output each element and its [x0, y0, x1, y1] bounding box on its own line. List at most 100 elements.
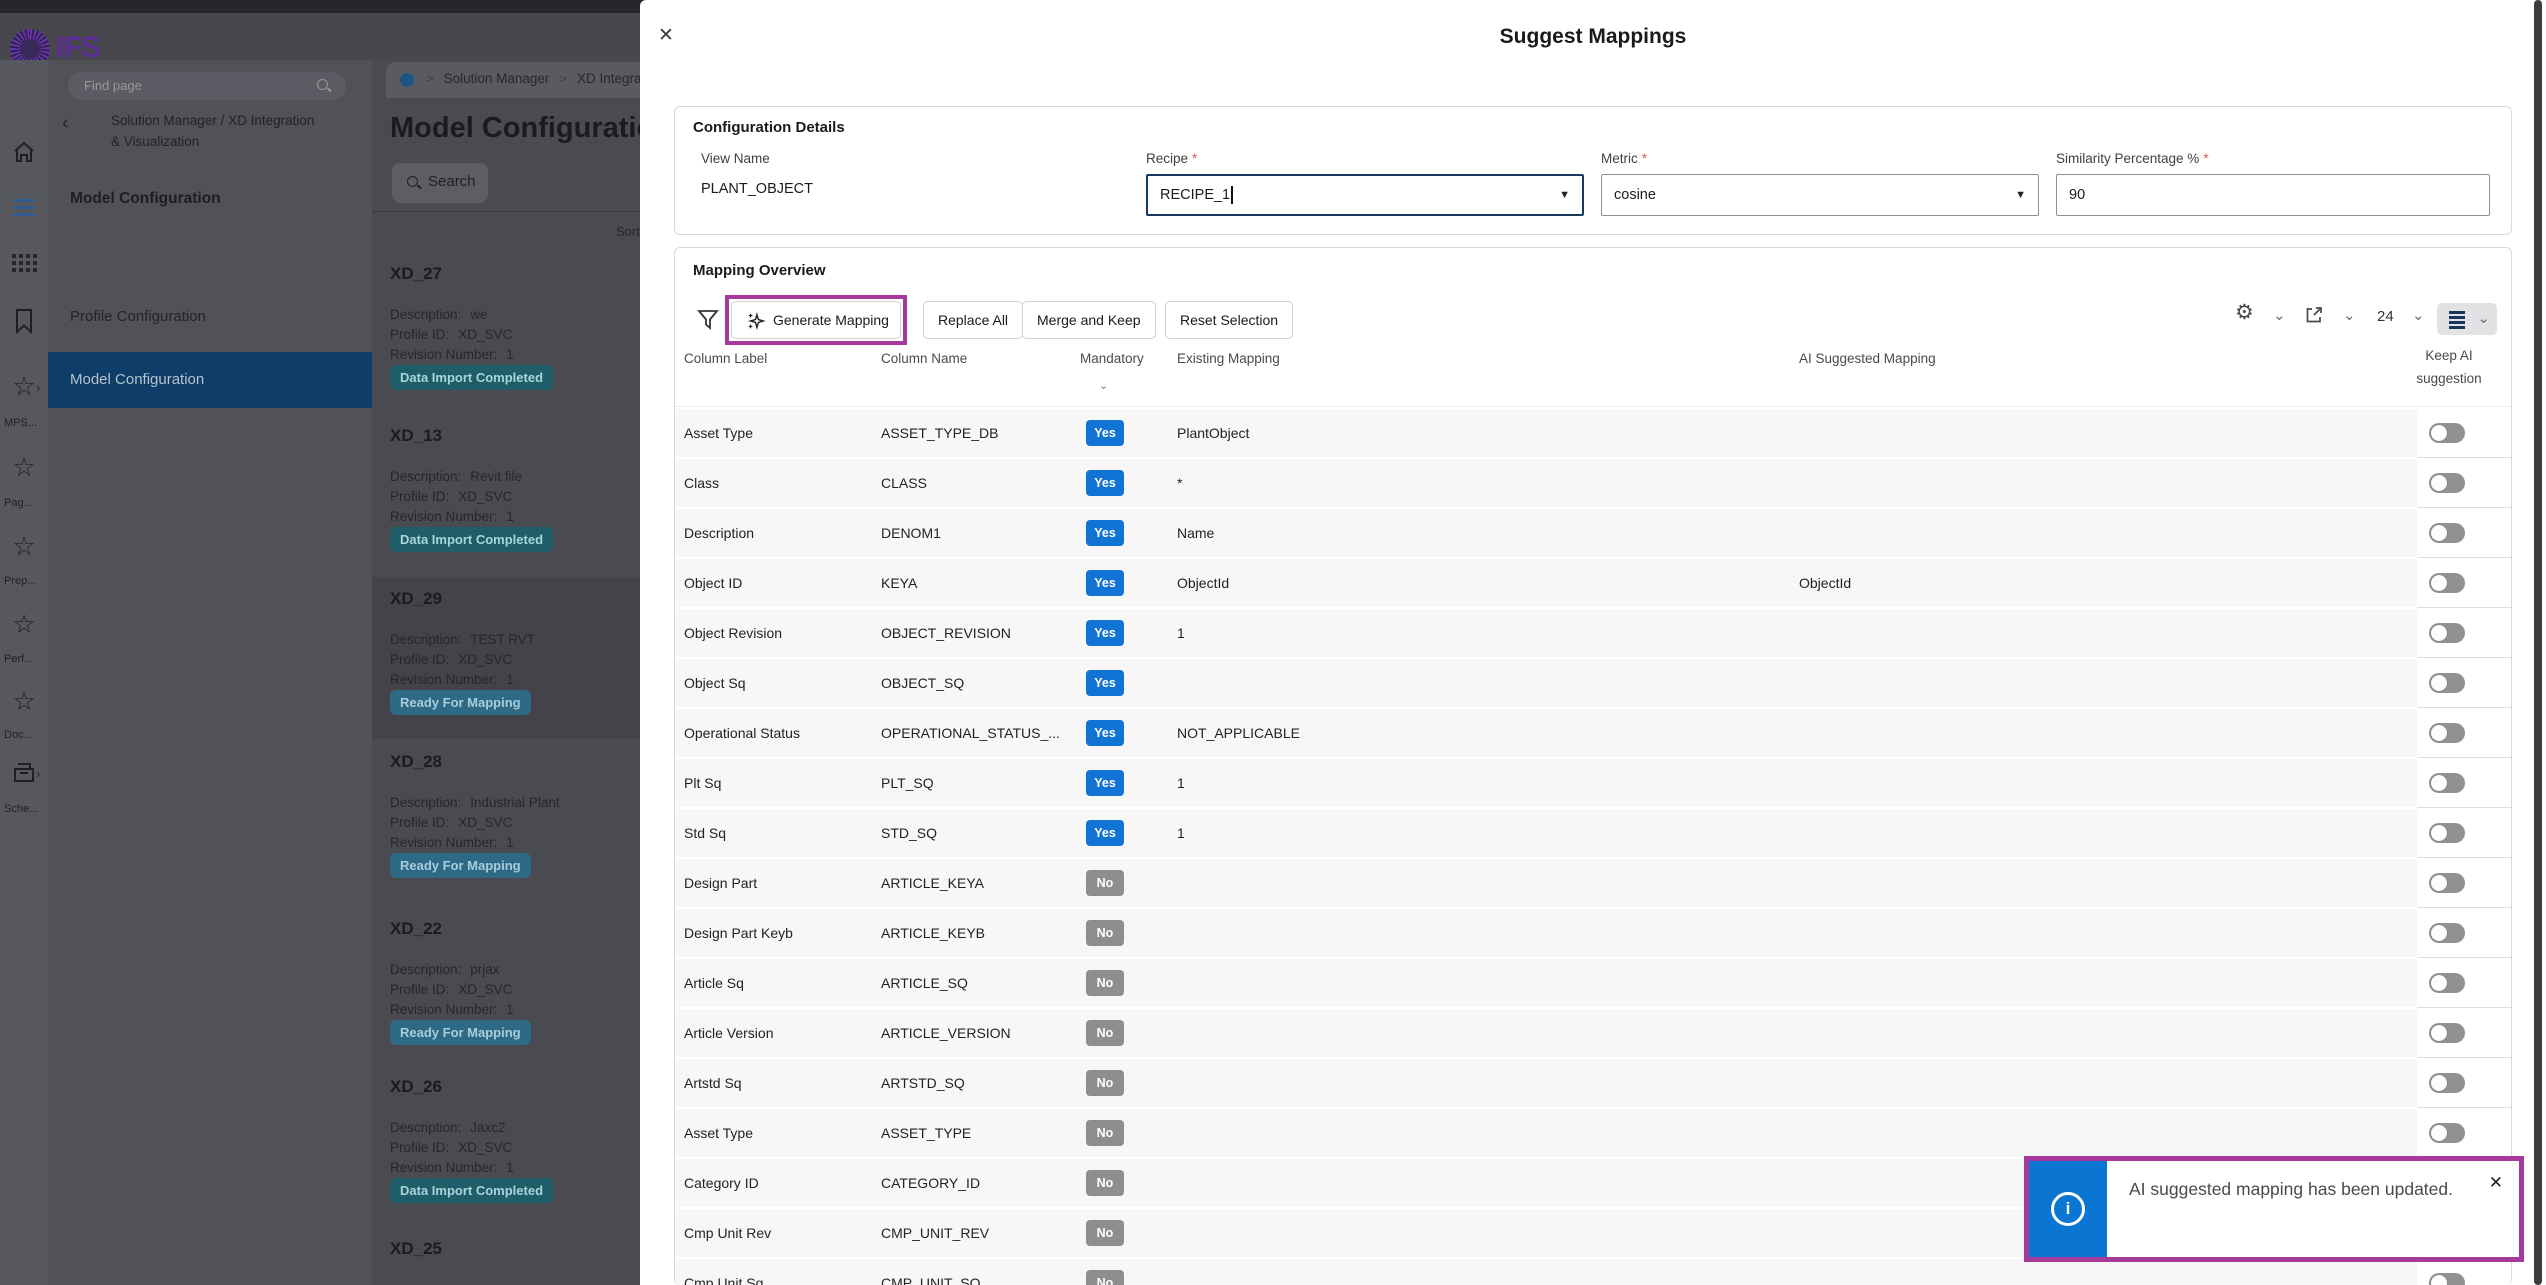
star-icon-pag[interactable]: ☆ [0, 454, 48, 480]
export-icon[interactable] [2305, 305, 2324, 324]
replace-all-button[interactable]: Replace All [923, 301, 1023, 339]
row-ai-suggested-mapping [1799, 809, 2359, 857]
header-column-label[interactable]: Column Label [684, 351, 767, 366]
header-mandatory[interactable]: Mandatory [1080, 351, 1144, 366]
configuration-details-section: Configuration Details View Name PLANT_OB… [674, 106, 2512, 235]
table-row-ASSET_TYPE_DB[interactable]: Asset TypeASSET_TYPE_DBPlantObjectYes [675, 409, 2417, 459]
model-card-XD_27[interactable]: XD_27Description:weProfile ID:XD_SVCRevi… [372, 252, 640, 414]
keep-ai-toggle[interactable] [2429, 973, 2465, 993]
list-view-toggle[interactable]: ⌄ [2437, 303, 2497, 335]
rail-item-label-doc[interactable]: Doc... [0, 729, 48, 741]
mandatory-badge: Yes [1086, 720, 1124, 746]
chevron-right-icon[interactable]: › [36, 380, 40, 395]
model-card-XD_22[interactable]: XD_22Description:prjaxProfile ID:XD_SVCR… [372, 907, 640, 1069]
keep-ai-toggle[interactable] [2429, 623, 2465, 643]
table-row-STD_SQ[interactable]: Std SqSTD_SQ1Yes [675, 809, 2417, 859]
metric-combobox[interactable]: cosine ▼ [1601, 174, 2039, 216]
panel-item-model-configuration[interactable]: Model Configuration [48, 352, 372, 408]
rail-item-label-prep[interactable]: Prep... [0, 575, 48, 587]
archive-icon-sche[interactable] [0, 761, 48, 785]
keep-ai-toggle[interactable] [2429, 823, 2465, 843]
keep-ai-toggle[interactable] [2429, 523, 2465, 543]
table-row-CMP_UNIT_SQ[interactable]: Cmp Unit SqCMP_UNIT_SQNo [675, 1259, 2417, 1285]
keep-ai-toggle[interactable] [2429, 873, 2465, 893]
table-row-OBJECT_REVISION[interactable]: Object RevisionOBJECT_REVISION1Yes [675, 609, 2417, 659]
field-label: Revision Number: [390, 1160, 497, 1175]
mandatory-badge: No [1086, 1070, 1124, 1096]
row-existing-mapping [1177, 1259, 1777, 1285]
gear-icon[interactable]: ⚙ [2235, 300, 2254, 325]
toggle-knob [2431, 1125, 2447, 1141]
row-existing-mapping [1177, 1059, 1777, 1107]
similarity-input[interactable]: 90 [2056, 174, 2490, 216]
keep-ai-toggle[interactable] [2429, 723, 2465, 743]
chevron-right-icon[interactable]: › [36, 766, 40, 781]
keep-ai-toggle[interactable] [2429, 673, 2465, 693]
row-column-label: Object ID [684, 559, 874, 607]
panel-item-profile-configuration[interactable]: Profile Configuration [48, 292, 372, 342]
chevron-down-icon[interactable]: ⌄ [2343, 306, 2356, 324]
home-icon[interactable] [0, 140, 48, 164]
model-card-XD_25[interactable]: XD_25 [372, 1227, 640, 1285]
chevron-down-icon[interactable]: ⌄ [2412, 306, 2425, 324]
table-row-DENOM1[interactable]: DescriptionDENOM1NameYes [675, 509, 2417, 559]
header-ai-suggested-mapping[interactable]: AI Suggested Mapping [1799, 351, 1936, 366]
recipe-combobox[interactable]: RECIPE_1 ▼ [1146, 174, 1584, 216]
model-card-XD_26[interactable]: XD_26Description:Jaxc2Profile ID:XD_SVCR… [372, 1065, 640, 1227]
dropdown-caret-icon[interactable]: ▼ [1559, 176, 1570, 214]
model-card-XD_29[interactable]: XD_29Description:TEST RVTProfile ID:XD_S… [372, 577, 640, 739]
rail-item-label-mps[interactable]: MPS... [0, 417, 48, 429]
row-column-name: ASSET_TYPE_DB [881, 409, 1077, 457]
model-card-XD_13[interactable]: XD_13Description:Revit fileProfile ID:XD… [372, 414, 640, 576]
find-page-search[interactable]: Find page [68, 72, 346, 100]
keep-ai-toggle[interactable] [2429, 573, 2465, 593]
keep-ai-toggle[interactable] [2429, 1073, 2465, 1093]
table-row-ARTICLE_KEYB[interactable]: Design Part KeybARTICLE_KEYBNo [675, 909, 2417, 959]
table-row-OBJECT_SQ[interactable]: Object SqOBJECT_SQYes [675, 659, 2417, 709]
star-icon-perf[interactable]: ☆ [0, 611, 48, 637]
bookmark-icon[interactable] [0, 308, 48, 334]
table-row-PLT_SQ[interactable]: Plt SqPLT_SQ1Yes [675, 759, 2417, 809]
menu-icon[interactable] [0, 195, 48, 216]
table-row-OPERATIONAL_STATUS_...[interactable]: Operational StatusOPERATIONAL_STATUS_...… [675, 709, 2417, 759]
table-row-KEYA[interactable]: Object IDKEYAObjectIdObjectIdYes [675, 559, 2417, 609]
table-row-CLASS[interactable]: ClassCLASS*Yes [675, 459, 2417, 509]
keep-ai-toggle[interactable] [2429, 1123, 2465, 1143]
generate-mapping-button[interactable]: Generate Mapping [731, 301, 901, 339]
keep-ai-toggle[interactable] [2429, 773, 2465, 793]
star-icon-prep[interactable]: ☆ [0, 533, 48, 559]
toggle-knob [2431, 775, 2447, 791]
keep-ai-toggle[interactable] [2429, 423, 2465, 443]
table-row-ASSET_TYPE[interactable]: Asset TypeASSET_TYPENo [675, 1109, 2417, 1159]
dropdown-caret-icon[interactable]: ▼ [2015, 175, 2026, 215]
close-icon[interactable]: ✕ [2489, 1173, 2503, 1193]
header-column-name[interactable]: Column Name [881, 351, 967, 366]
header-keep-ai-suggestion[interactable]: Keep AI suggestion [2399, 344, 2499, 390]
rail-item-label-sche[interactable]: Sche... [0, 803, 48, 815]
chevron-down-icon[interactable]: ⌄ [2273, 306, 2286, 324]
table-row-ARTICLE_KEYA[interactable]: Design PartARTICLE_KEYANo [675, 859, 2417, 909]
table-row-ARTSTD_SQ[interactable]: Artstd SqARTSTD_SQNo [675, 1059, 2417, 1109]
star-icon-doc[interactable]: ☆ [0, 688, 48, 714]
keep-ai-toggle[interactable] [2429, 1023, 2465, 1043]
back-chevron-icon[interactable]: ‹ [62, 112, 69, 135]
keep-ai-toggle[interactable] [2429, 1273, 2465, 1285]
keep-ai-toggle[interactable] [2429, 923, 2465, 943]
merge-and-keep-button[interactable]: Merge and Keep [1022, 301, 1156, 339]
star-icon-mps[interactable]: ☆ [0, 373, 48, 399]
table-row-ARTICLE_VERSION[interactable]: Article VersionARTICLE_VERSIONNo [675, 1009, 2417, 1059]
table-row-ARTICLE_SQ[interactable]: Article SqARTICLE_SQNo [675, 959, 2417, 1009]
filter-icon[interactable] [696, 308, 720, 332]
apps-grid-icon[interactable] [6, 254, 42, 272]
mandatory-badge: No [1086, 1020, 1124, 1046]
chevron-down-icon[interactable]: ⌄ [2477, 309, 2490, 327]
header-existing-mapping[interactable]: Existing Mapping [1177, 351, 1280, 366]
vertical-scrollbar[interactable] [2534, 0, 2542, 1285]
rail-item-label-pag[interactable]: Pag... [0, 497, 48, 509]
page-size-value[interactable]: 24 [2377, 308, 2394, 325]
keep-ai-toggle[interactable] [2429, 473, 2465, 493]
rail-item-label-perf[interactable]: Perf... [0, 653, 48, 665]
model-card-XD_28[interactable]: XD_28Description:Industrial PlantProfile… [372, 740, 640, 902]
sort-indicator-icon[interactable]: ⌄ [1099, 379, 1108, 392]
reset-selection-button[interactable]: Reset Selection [1165, 301, 1293, 339]
